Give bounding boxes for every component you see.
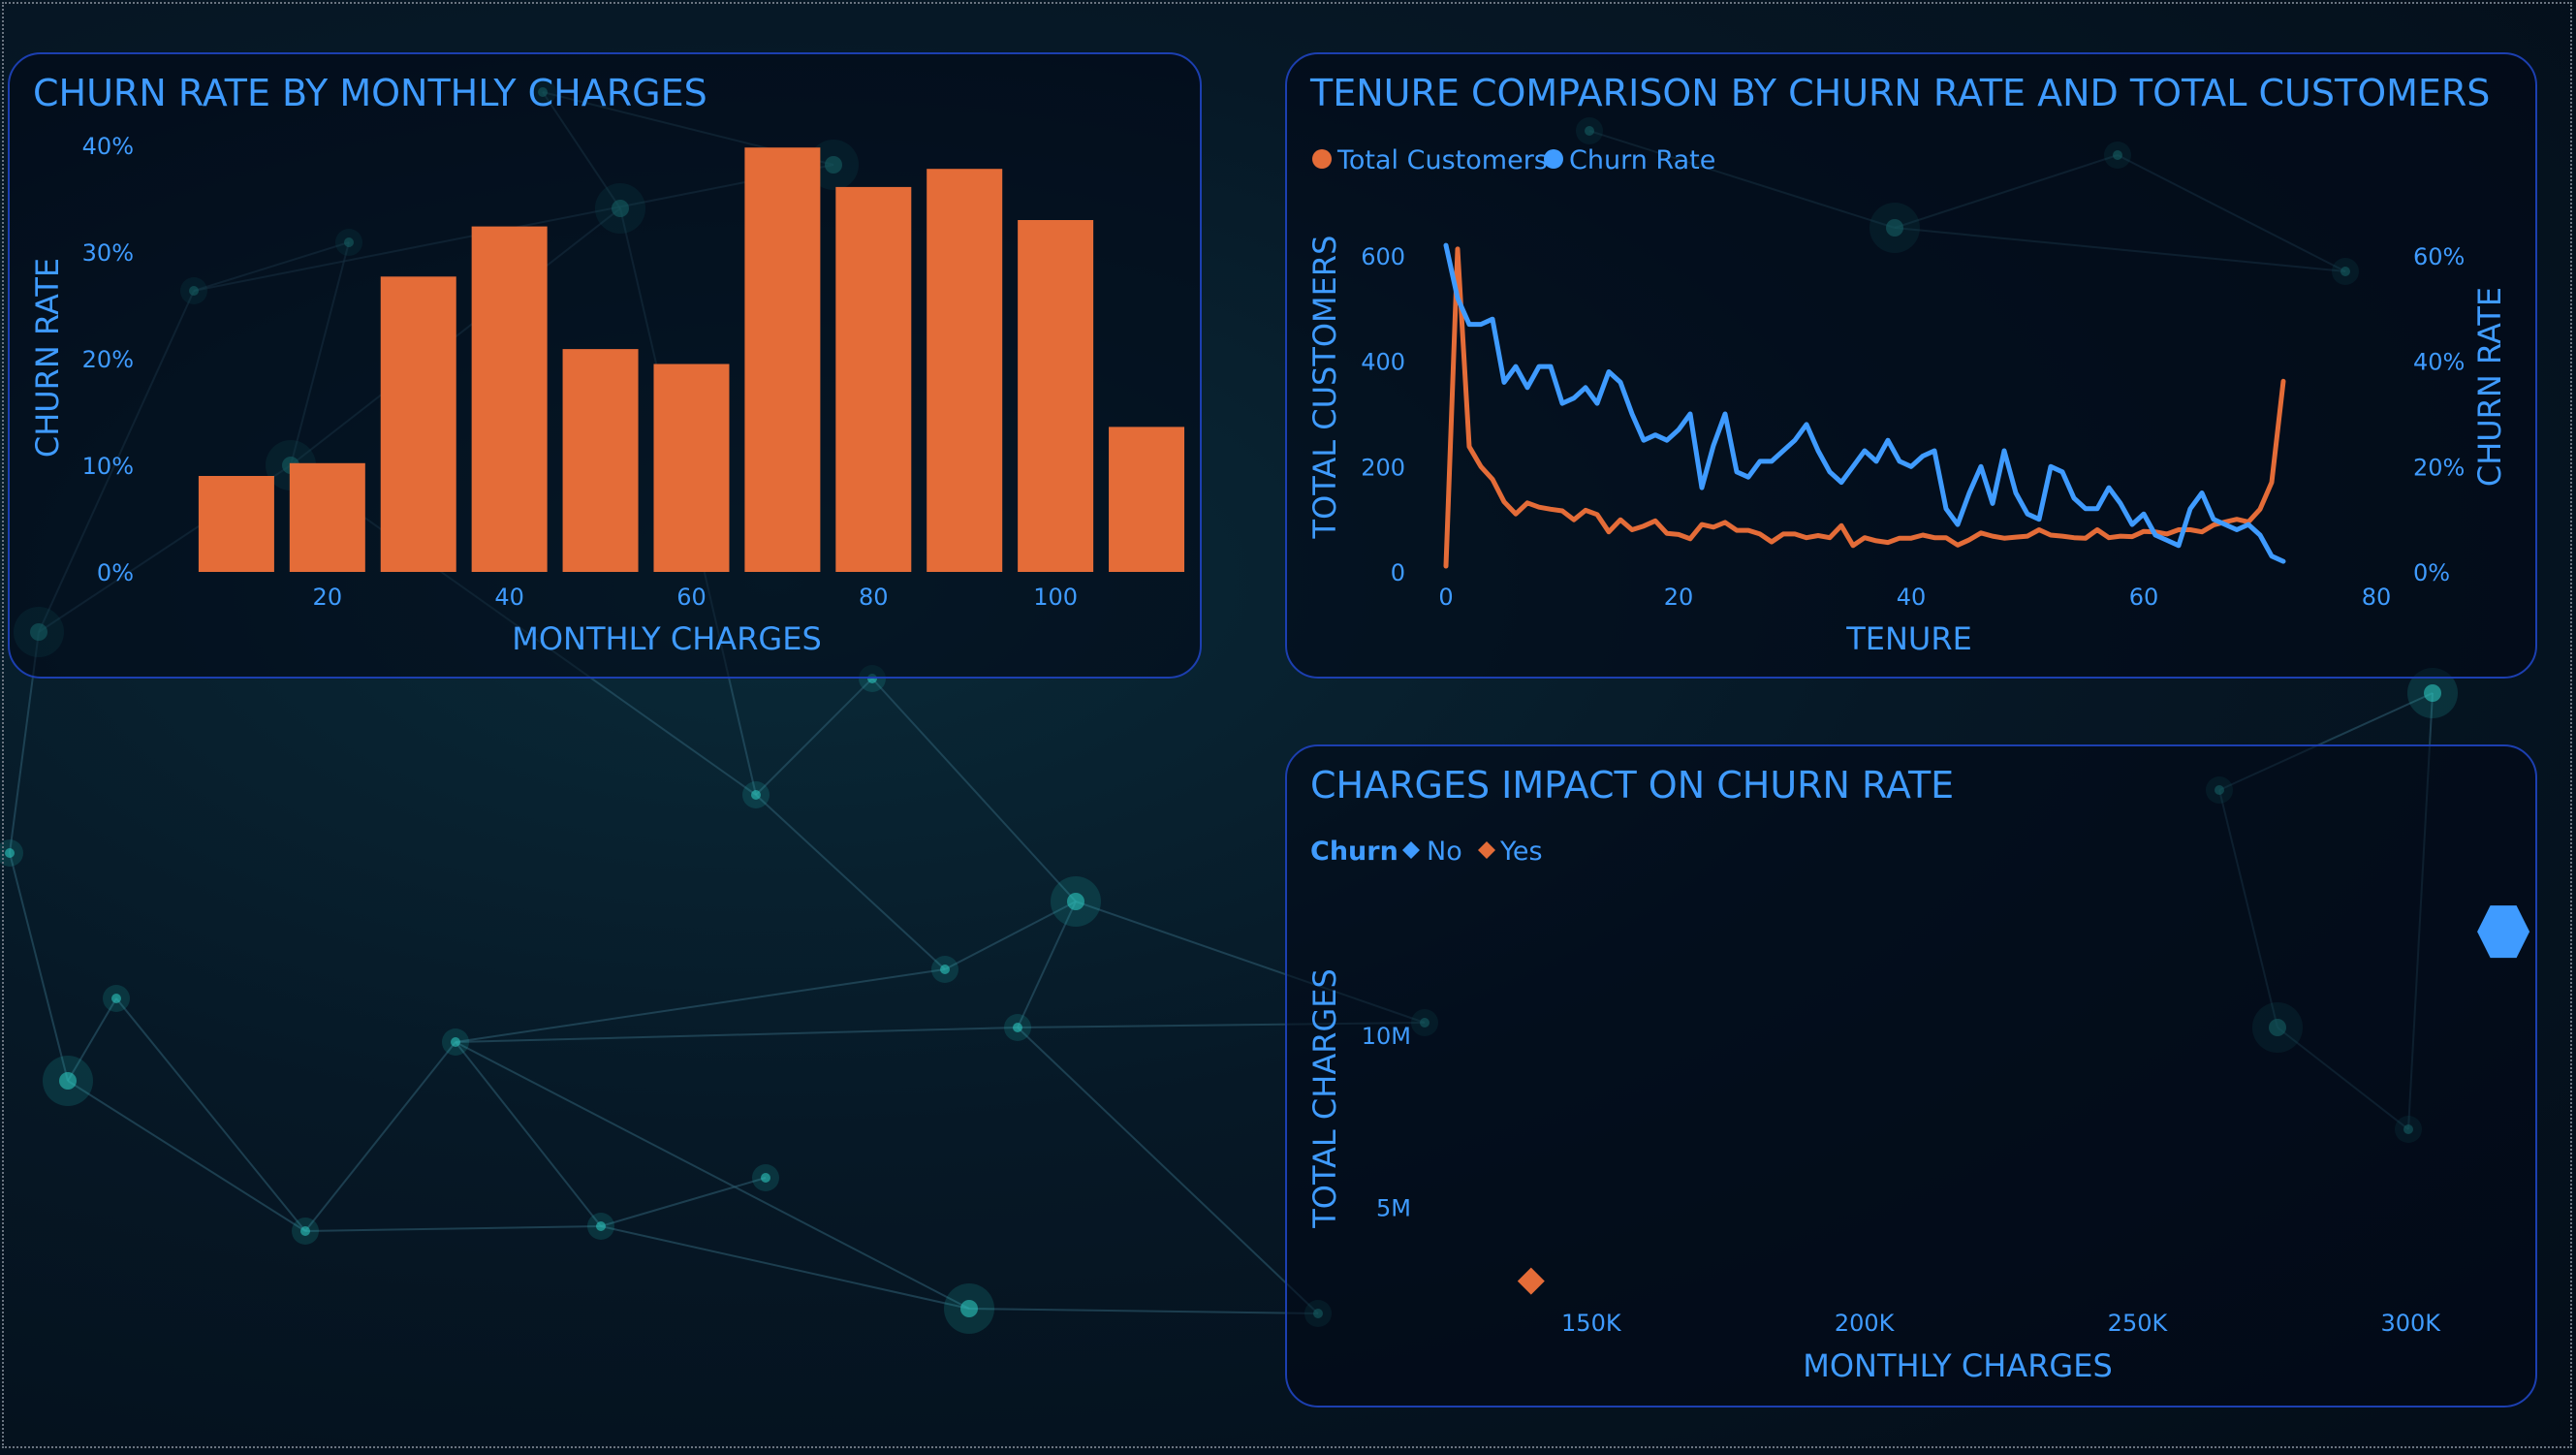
legend-marker-no <box>1402 841 1420 859</box>
x-tick-label: 200K <box>1835 1310 1896 1337</box>
x-tick-label: 20 <box>313 584 343 611</box>
x-tick-label: 20 <box>1664 584 1694 611</box>
bar <box>744 147 821 572</box>
x-tick-label: 40 <box>1897 584 1927 611</box>
scatter-point-no <box>2477 905 2530 959</box>
y-tick-label: 20% <box>82 346 134 373</box>
legend-label-churn-rate: Churn Rate <box>1569 145 1715 175</box>
y-axis-title-left: TOTAL CUSTOMERS <box>1306 236 1343 540</box>
x-axis-title: TENURE <box>1845 620 1972 657</box>
bar <box>927 169 1003 572</box>
y-left-tick-label: 400 <box>1361 349 1405 376</box>
y-axis-title-right: CHURN RATE <box>2471 287 2508 487</box>
y-tick-label: 10M <box>1362 1023 1411 1050</box>
bar <box>289 462 365 572</box>
x-tick-label: 40 <box>494 584 524 611</box>
x-tick-label: 300K <box>2380 1310 2441 1337</box>
x-tick-label: 80 <box>2362 584 2392 611</box>
legend-title: Churn <box>1310 837 1398 867</box>
x-tick-label: 0 <box>1438 584 1453 611</box>
y-axis-title: CHURN RATE <box>29 258 66 458</box>
x-tick-label: 250K <box>2108 1310 2169 1337</box>
y-tick-label: 40% <box>82 133 134 160</box>
bar <box>1109 427 1185 572</box>
y-right-tick-label: 60% <box>2413 243 2465 270</box>
legend: Total Customers Churn Rate <box>1312 145 1715 175</box>
y-tick-label: 10% <box>82 453 134 480</box>
bar <box>1018 220 1094 572</box>
legend-label-total-customers: Total Customers <box>1336 145 1548 175</box>
x-tick-label: 60 <box>676 584 707 611</box>
x-tick-label: 100 <box>1033 584 1078 611</box>
y-right-tick-label: 0% <box>2413 559 2450 586</box>
bar <box>562 349 639 572</box>
x-axis-title: MONTHLY CHARGES <box>1803 1347 2113 1384</box>
churn-by-monthly-charges-card: CHURN RATE BY MONTHLY CHARGES 0% 10% 20% 30… <box>8 52 1202 679</box>
bar <box>653 364 730 572</box>
legend-marker-churn-rate <box>1544 149 1563 169</box>
y-right-tick-label: 20% <box>2413 454 2465 481</box>
bar <box>471 226 548 572</box>
charges-impact-card: CHARGES IMPACT ON CHURN RATE Churn No Ye… <box>1285 744 2537 1408</box>
churn-rate-line <box>1443 242 2286 564</box>
legend-marker-yes <box>1478 841 1495 859</box>
y-left-tick-label: 0 <box>1391 559 1405 586</box>
bar-chart: 0% 10% 20% 30% 40% 20 40 60 80 100 CHURN RATE MO… <box>29 133 1185 657</box>
legend-label-yes: Yes <box>1499 837 1543 867</box>
y-tick-label: 30% <box>82 239 134 267</box>
y-left-tick-label: 600 <box>1361 243 1405 270</box>
x-tick-label: 60 <box>2129 584 2159 611</box>
bar <box>380 276 456 572</box>
legend-label-no: No <box>1427 837 1462 867</box>
y-tick-label: 0% <box>97 559 134 586</box>
combo-line-chart: Total Customers Churn Rate 0200400600 0%… <box>1306 145 2508 657</box>
y-right-tick-label: 40% <box>2413 349 2465 376</box>
bar <box>835 186 912 572</box>
bar <box>198 476 274 572</box>
total-customers-line <box>1443 246 2286 569</box>
y-axis-title: TOTAL CHARGES <box>1306 968 1343 1229</box>
tenure-comparison-card: TENURE COMPARISON BY CHURN RATE AND TOTA… <box>1285 52 2537 679</box>
x-tick-label: 150K <box>1561 1310 1622 1337</box>
y-tick-label: 5M <box>1376 1195 1411 1222</box>
legend: Churn No Yes <box>1310 837 1543 867</box>
legend-marker-total-customers <box>1312 149 1332 169</box>
scatter-point-yes <box>1517 1267 1545 1295</box>
y-left-tick-label: 200 <box>1361 454 1405 481</box>
x-axis-title: MONTHLY CHARGES <box>512 620 822 657</box>
x-tick-label: 80 <box>859 584 889 611</box>
scatter-chart: Churn No Yes 5M 10M 150K 200K 250K 300K TOTA… <box>1306 837 2530 1384</box>
